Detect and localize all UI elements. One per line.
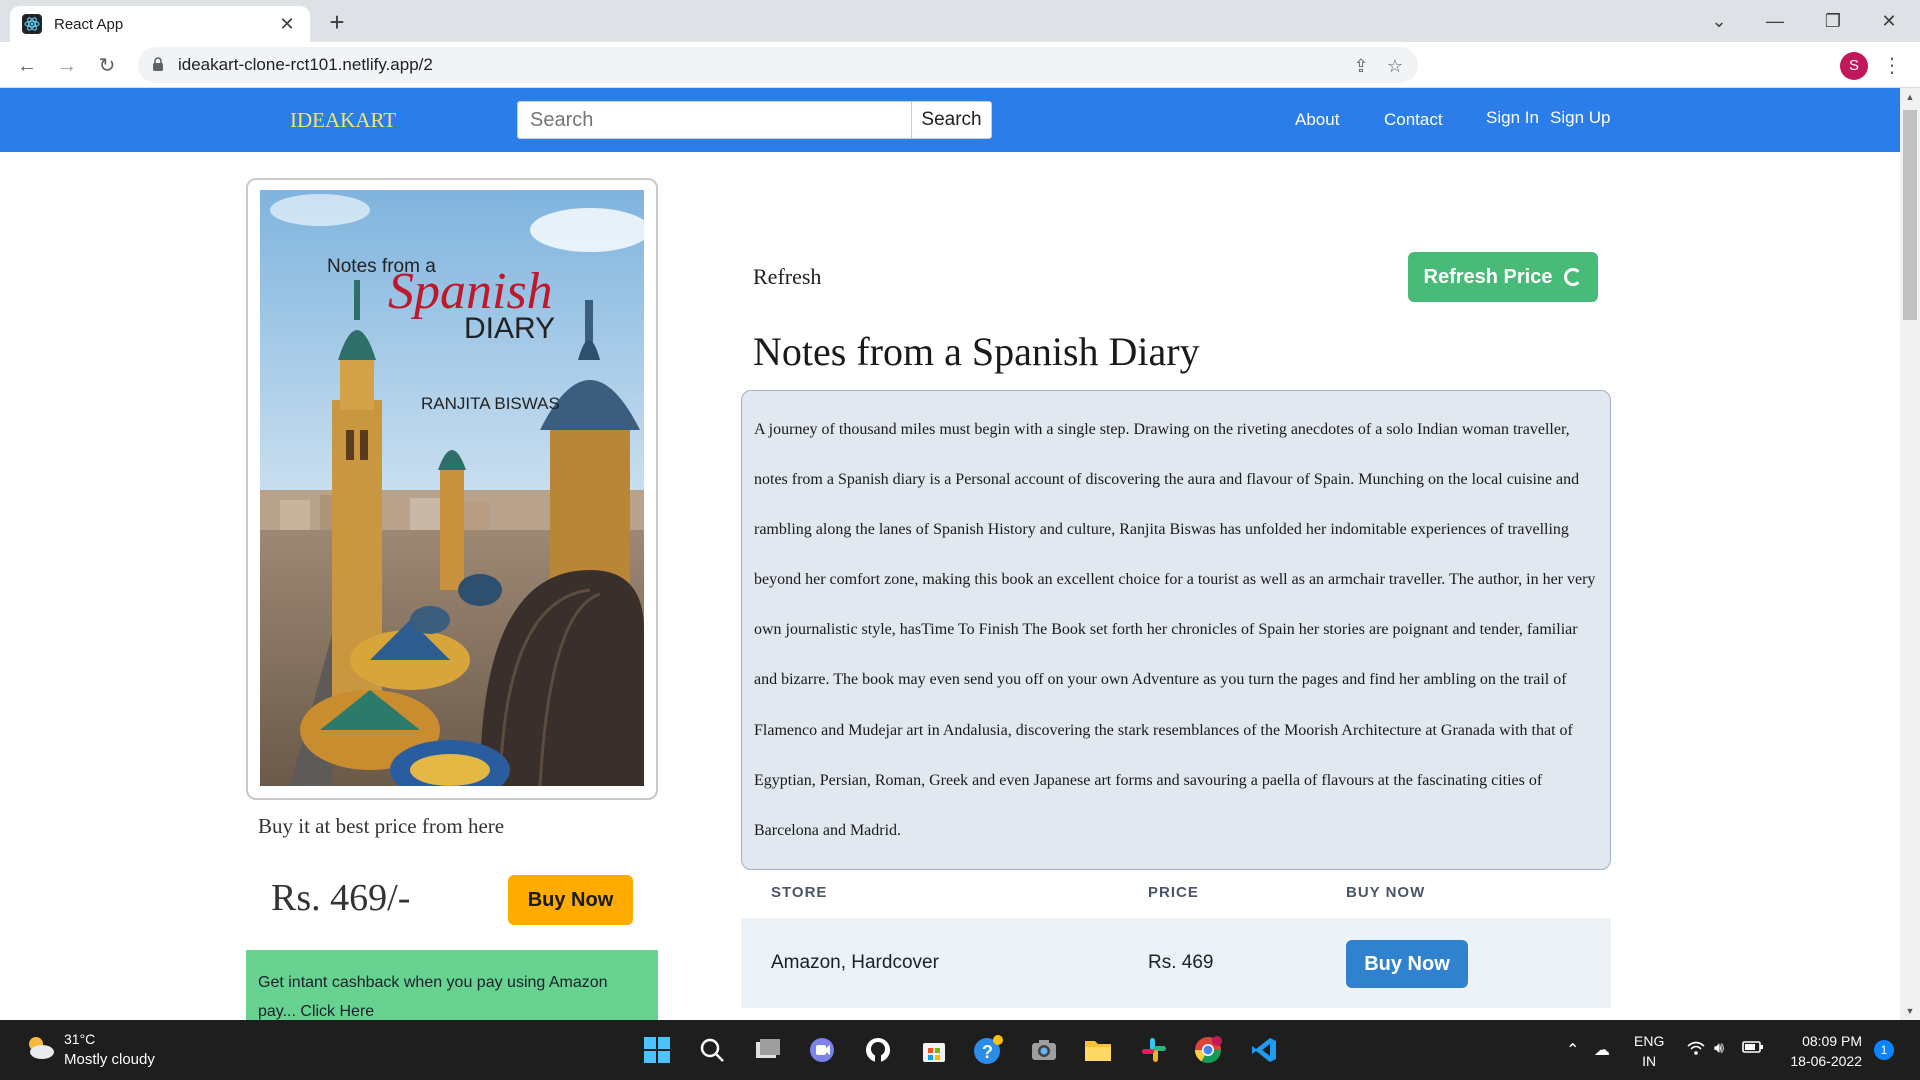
cover-title-line2: DIARY [464,312,555,345]
nav-link-sign-in[interactable]: Sign In [1486,108,1539,128]
scroll-up-arrow-icon[interactable]: ▲ [1900,88,1920,106]
table-header-store: STORE [771,884,828,901]
refresh-label: Refresh [753,264,822,289]
profile-avatar[interactable]: S [1840,52,1868,80]
camera-icon[interactable] [1028,1034,1060,1066]
refresh-price-label: Refresh Price [1423,265,1553,288]
browser-menu-icon[interactable]: ⋮ [1882,52,1902,80]
tab-title: React App [54,15,124,33]
browser-tab-bar: React App ✕ + ⌄ — ❐ ✕ [0,0,1920,42]
windows-start-icon[interactable] [641,1034,673,1066]
new-tab-plus-icon[interactable]: + [322,8,352,38]
lock-icon [152,57,164,77]
refresh-price-button[interactable]: Refresh Price [1408,252,1598,302]
close-window-icon[interactable]: ✕ [1866,6,1912,36]
taskbar-search-icon[interactable] [696,1034,728,1066]
buy-now-button[interactable]: Buy Now [508,875,633,925]
share-icon[interactable]: ⇪ [1350,55,1372,77]
chrome-icon[interactable] [1192,1034,1224,1066]
slack-icon[interactable] [1138,1034,1170,1066]
restore-icon[interactable]: ❐ [1810,6,1856,36]
weather-temperature: 31°C [64,1031,96,1047]
table-row: Amazon, Hardcover Rs. 469 Buy Now [741,918,1611,1008]
store-price: Rs. 469 [1148,952,1214,973]
address-bar[interactable]: ideakart-clone-rct101.netlify.app/2 ⇪ ☆ [138,47,1418,83]
notification-badge[interactable]: 1 [1874,1040,1894,1060]
tab-search-chevron-icon[interactable]: ⌄ [1696,6,1742,36]
github-icon[interactable] [862,1034,894,1066]
page-scrollbar[interactable]: ▲ ▼ [1900,88,1920,1020]
book-cover-image: Notes from a Spanish DIARY RANJITA BISWA… [260,190,644,786]
product-price: Rs. 469/- [271,877,411,919]
reload-icon[interactable]: ↻ [92,51,122,81]
language-region: IN [1642,1053,1657,1069]
language-indicator[interactable]: ENG IN [1634,1031,1664,1071]
vscode-icon[interactable] [1248,1034,1280,1066]
book-title: Notes from a Spanish Diary [753,329,1200,374]
description-box: A journey of thousand miles must begin w… [741,390,1611,870]
help-icon[interactable]: ? [972,1034,1004,1066]
system-clock[interactable]: 08:09 PM 18-06-2022 [1780,1031,1862,1071]
back-arrow-icon[interactable]: ← [12,51,42,81]
minimize-icon[interactable]: — [1752,6,1798,36]
tray-chevron-up-icon[interactable]: ⌃ [1566,1040,1579,1060]
scrollbar-thumb[interactable] [1903,110,1917,320]
scroll-down-arrow-icon[interactable]: ▼ [1900,1002,1920,1020]
search-button[interactable]: Search [911,101,992,139]
nav-link-about[interactable]: About [1295,110,1339,130]
microsoft-store-icon[interactable] [918,1034,950,1066]
react-favicon-icon [22,14,42,34]
task-view-icon[interactable] [752,1034,784,1066]
volume-icon[interactable]: 🔊︎ [1714,1040,1724,1058]
nav-link-sign-up[interactable]: Sign Up [1550,108,1610,128]
svg-text:?: ? [982,1042,993,1062]
store-buy-now-button[interactable]: Buy Now [1346,940,1468,988]
browser-toolbar: ← → ↻ ideakart-clone-rct101.netlify.app/… [0,42,1920,120]
bookmark-star-icon[interactable]: ☆ [1384,55,1406,77]
windows-taskbar: 31°C Mostly cloudy ? ⌃ ☁ ENG IN 🔊︎ 08:09… [0,1020,1920,1080]
cover-author: RANJITA BISWAS [421,394,560,413]
file-explorer-icon[interactable] [1082,1034,1114,1066]
book-description: A journey of thousand miles must begin w… [754,421,1596,839]
wifi-icon[interactable] [1686,1040,1706,1061]
clock-date: 18-06-2022 [1790,1053,1862,1069]
store-name: Amazon, Hardcover [771,952,939,973]
table-header-price: PRICE [1148,884,1199,901]
loading-spinner-icon [1564,268,1583,286]
teams-chat-icon[interactable] [806,1034,838,1066]
cashback-banner[interactable]: Get intant cashback when you pay using A… [246,950,658,1020]
page-viewport: IDEAKART Search Search About Contact Sig… [0,88,1900,1020]
weather-cloud-icon[interactable] [24,1034,56,1065]
nav-link-contact[interactable]: Contact [1384,110,1443,130]
table-header-buy-now: BUY NOW [1346,884,1426,901]
site-navbar: IDEAKART Search Search About Contact Sig… [0,88,1900,152]
site-logo[interactable]: IDEAKART [290,108,396,133]
url-text: ideakart-clone-rct101.netlify.app/2 [178,55,433,74]
buy-best-price-text: Buy it at best price from here [258,814,505,838]
language-code: ENG [1634,1033,1665,1049]
book-cover-card: Notes from a Spanish DIARY RANJITA BISWA… [246,178,658,800]
clock-time: 08:09 PM [1802,1033,1862,1049]
browser-tab[interactable]: React App ✕ [10,6,310,42]
battery-icon[interactable] [1742,1040,1764,1059]
onedrive-cloud-icon[interactable]: ☁ [1594,1040,1610,1060]
forward-arrow-icon[interactable]: → [52,51,82,81]
tab-close-icon[interactable]: ✕ [276,14,298,35]
search-input[interactable]: Search [517,101,912,139]
weather-description: Mostly cloudy [64,1051,155,1068]
